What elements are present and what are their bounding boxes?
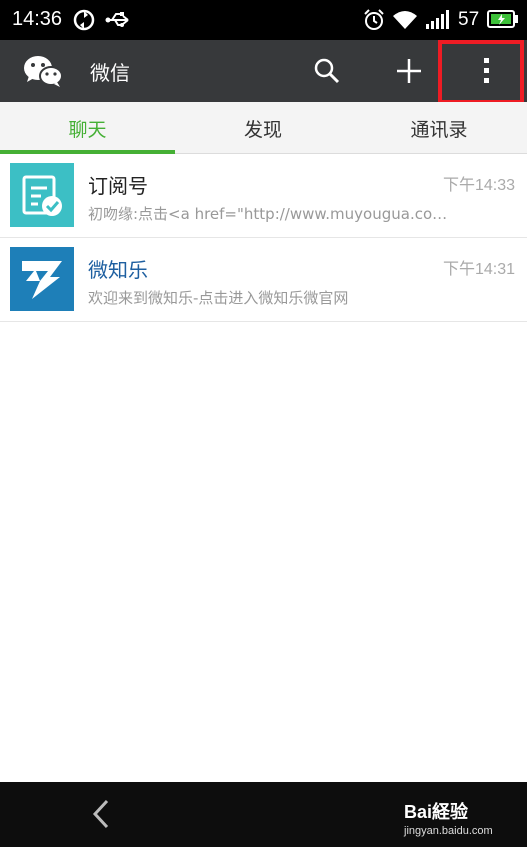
chat-preview: 初吻缘:点击<a href="http://www.muyougua.com"> [88, 205, 448, 223]
more-options-button[interactable] [466, 40, 508, 102]
back-button[interactable] [84, 796, 118, 832]
tab-bar: 聊天 发现 通讯录 [0, 102, 527, 154]
back-arrow-icon [92, 799, 109, 829]
sync-icon [72, 8, 96, 36]
chat-list: 订阅号 下午14:33 初吻缘:点击<a href="http://www.mu… [0, 154, 527, 782]
watermark-brand: Bai経验 [404, 802, 469, 822]
more-vert-icon [484, 58, 489, 83]
wifi-icon [392, 8, 418, 36]
chat-time: 下午14:31 [442, 261, 515, 278]
tab-label: 聊天 [68, 118, 107, 141]
chat-name: 订阅号 [88, 174, 148, 198]
chat-item-weizhile[interactable]: 微知乐 下午14:31 欢迎来到微知乐-点击进入微知乐微官网 [0, 238, 527, 322]
app-bar: 微信 [0, 40, 527, 102]
chat-time: 下午14:33 [442, 177, 515, 194]
battery-percent: 57 [458, 9, 480, 30]
status-bar: 14:36 57 [0, 0, 527, 40]
subscription-icon [10, 163, 74, 227]
add-button[interactable] [388, 40, 430, 102]
tab-contacts[interactable]: 通讯录 [351, 102, 527, 154]
tab-discover[interactable]: 发现 [175, 102, 351, 154]
wechat-logo-icon [20, 40, 66, 102]
chat-name: 微知乐 [88, 258, 148, 282]
weizhile-logo-icon [10, 247, 74, 311]
chat-item-subscriptions[interactable]: 订阅号 下午14:33 初吻缘:点击<a href="http://www.mu… [0, 154, 527, 238]
search-button[interactable] [306, 40, 348, 102]
search-icon [314, 58, 340, 84]
tab-label: 通讯录 [410, 118, 468, 141]
tab-chats[interactable]: 聊天 [0, 102, 175, 154]
tab-label: 发现 [243, 118, 282, 141]
signal-icon [424, 8, 452, 36]
usb-icon [104, 8, 132, 36]
app-title: 微信 [90, 61, 130, 85]
plus-icon [397, 59, 421, 83]
chat-preview: 欢迎来到微知乐-点击进入微知乐微官网 [88, 289, 349, 307]
baidu-jingyan-watermark: Bai経验 jingyan.baidu.com [404, 798, 493, 837]
status-time: 14:36 [12, 8, 63, 30]
watermark-url: jingyan.baidu.com [404, 825, 493, 837]
battery-icon [487, 9, 519, 33]
alarm-icon [362, 8, 386, 36]
